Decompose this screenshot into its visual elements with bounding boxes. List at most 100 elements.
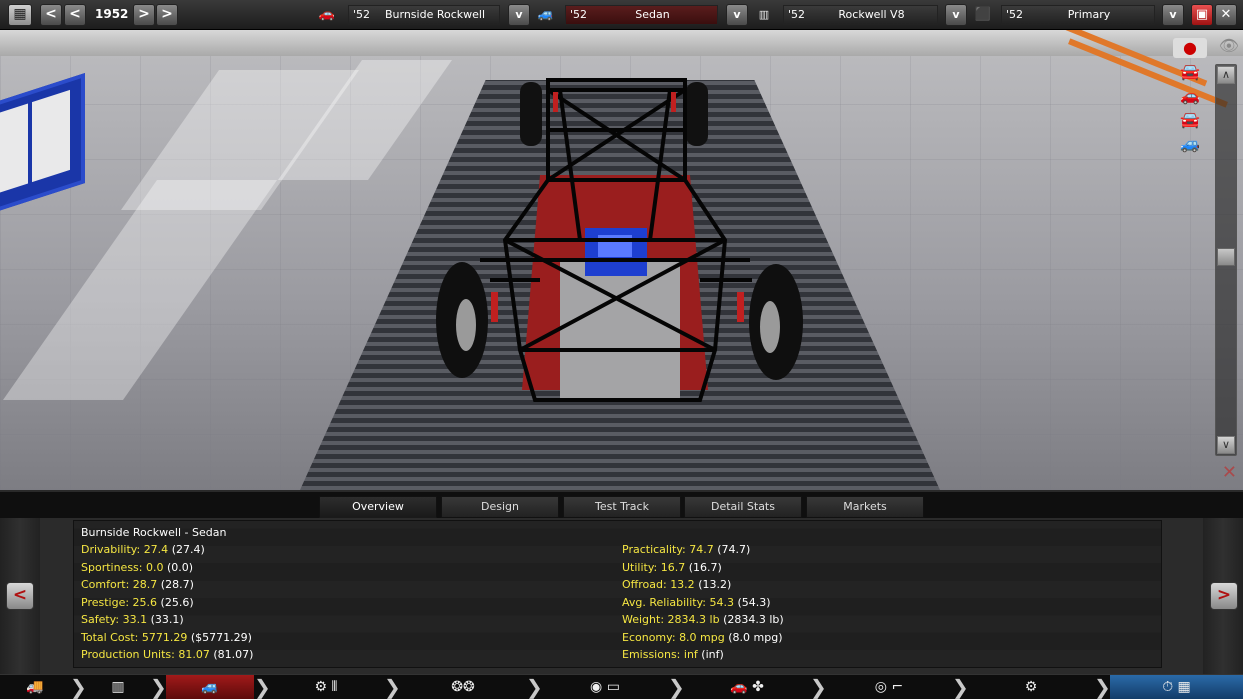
body-name: Sedan xyxy=(635,8,670,21)
engine-gearbox-icon[interactable]: ⚙ ⫴ xyxy=(270,675,382,699)
stat-total-cost: Total Cost: 5771.29 ($5771.29) xyxy=(81,631,252,644)
wheel xyxy=(520,82,542,146)
body-dropdown-button[interactable]: v xyxy=(726,4,748,26)
stat-label: Weight: xyxy=(622,613,665,626)
suspension-icon[interactable]: ⚙ xyxy=(968,675,1094,699)
next-year-button-2[interactable]: > xyxy=(156,4,178,26)
wheel-hub xyxy=(456,299,476,351)
car-body-icon: 🚙 xyxy=(537,7,555,22)
chevron-right-icon: ❯ xyxy=(952,675,969,699)
engine-selector[interactable]: '52 Rockwell V8 xyxy=(783,5,938,25)
model-name: Burnside Rockwell xyxy=(384,8,486,21)
zoom-down-button[interactable]: ∨ xyxy=(1217,436,1235,454)
reset-view-icon[interactable]: ✕ xyxy=(1222,462,1237,483)
stat-base-value: (8.0 mpg) xyxy=(728,631,783,644)
car-model-icon[interactable]: 🚙 xyxy=(166,675,254,699)
car-side-view-icon[interactable]: 🚗 xyxy=(1173,86,1207,106)
chevron-right-icon: ❯ xyxy=(810,675,827,699)
trim-year: '52 xyxy=(1006,8,1024,21)
stat-label: Prestige: xyxy=(81,596,130,609)
stat-base-value: (25.6) xyxy=(160,596,194,609)
car-3d-viewport[interactable]: ● 🚘 🚗 🚘 🚙 👁 ∧ ∨ ✕ xyxy=(0,30,1243,490)
stat-base-value: ($5771.29) xyxy=(190,631,252,644)
shock-absorber xyxy=(737,292,744,322)
stat-label: Offroad: xyxy=(622,578,667,591)
tab-test-track[interactable]: Test Track xyxy=(563,496,681,518)
stat-value: inf xyxy=(683,648,698,661)
chevron-right-icon: ❯ xyxy=(254,675,271,699)
tab-bar: Overview Design Test Track Detail Stats … xyxy=(0,490,1243,518)
stat-label: Drivability: xyxy=(81,543,141,556)
tab-detail-stats[interactable]: Detail Stats xyxy=(684,496,802,518)
chevron-right-icon: ❯ xyxy=(526,675,543,699)
brakes-icon[interactable]: ◉ ▭ xyxy=(542,675,668,699)
save-icon[interactable]: ▣ xyxy=(1191,4,1213,26)
bottom-nav: 🚚 ❯ ▥ ❯ 🚙 ❯ ⚙ ⫴ ❯ ❂❂ ❯ ◉ ▭ ❯ 🚗 ✤ ❯ ◎ ⌐ ❯… xyxy=(0,674,1243,699)
stat-label: Emissions: xyxy=(622,648,681,661)
stat-value: 28.7 xyxy=(132,578,158,591)
engine-dropdown-button[interactable]: v xyxy=(945,4,967,26)
zoom-up-button[interactable]: ∧ xyxy=(1217,66,1235,84)
car-front-view-icon[interactable]: 🚘 xyxy=(1173,62,1207,82)
stat-value: 8.0 mpg xyxy=(679,631,725,644)
tab-design[interactable]: Design xyxy=(441,496,559,518)
prev-year-button-2[interactable]: < xyxy=(64,4,86,26)
stat-drivability: Drivability: 27.4 (27.4) xyxy=(81,543,205,556)
stat-label: Comfort: xyxy=(81,578,130,591)
stat-weight: Weight: 2834.3 lb (2834.3 lb) xyxy=(622,613,784,626)
engine-icon: ▥ xyxy=(758,8,770,21)
prev-year-button[interactable]: < xyxy=(40,4,62,26)
zoom-scrollbar[interactable]: ∧ ∨ xyxy=(1215,64,1237,456)
wheel-hub xyxy=(760,301,780,353)
chevron-right-icon: ❯ xyxy=(70,675,87,699)
tab-overview[interactable]: Overview xyxy=(319,496,437,518)
stat-label: Avg. Reliability: xyxy=(622,596,707,609)
model-dropdown-button[interactable]: v xyxy=(508,4,530,26)
chevron-right-icon: ❯ xyxy=(668,675,685,699)
camera-record-icon[interactable]: ● xyxy=(1173,38,1207,58)
game-window: ▦ < < 1952 > > 🚗 '52 Burnside Rockwell v… xyxy=(0,0,1243,699)
stat-avg-reliability: Avg. Reliability: 54.3 (54.3) xyxy=(622,596,771,609)
body-selector[interactable]: '52 Sedan xyxy=(565,5,718,25)
stat-value: 0.0 xyxy=(146,561,164,574)
overview-panel: < > Burnside Rockwell - Sedan Drivabilit… xyxy=(0,518,1243,674)
tab-markets[interactable]: Markets xyxy=(806,496,924,518)
car-design-icon[interactable]: 🚗 ✤ xyxy=(684,675,810,699)
car-chassis-model xyxy=(436,78,803,402)
car-top-view-icon[interactable]: 🚙 xyxy=(1173,134,1207,154)
car-rear-view-icon[interactable]: 🚘 xyxy=(1173,110,1207,130)
trim-dropdown-button[interactable]: v xyxy=(1162,4,1184,26)
shock-absorber xyxy=(491,292,498,322)
stat-prestige: Prestige: 25.6 (25.6) xyxy=(81,596,194,609)
stat-value: 5771.29 xyxy=(141,631,188,644)
stat-offroad: Offroad: 13.2 (13.2) xyxy=(622,578,731,591)
chevron-right-icon: ❯ xyxy=(384,675,401,699)
next-year-button[interactable]: > xyxy=(133,4,155,26)
chassis-icon[interactable]: ▥ xyxy=(86,675,150,699)
car-body-icon[interactable]: 🚚 xyxy=(0,675,70,699)
eye-icon[interactable]: 👁 xyxy=(1219,36,1239,55)
stat-value: 16.7 xyxy=(660,561,686,574)
calendar-icon[interactable]: ▦ xyxy=(8,4,32,26)
year-display: 1952 xyxy=(95,7,129,21)
zoom-thumb[interactable] xyxy=(1217,248,1235,266)
close-icon[interactable]: ✕ xyxy=(1215,4,1237,26)
steering-interior-icon[interactable]: ◎ ⌐ xyxy=(826,675,952,699)
stat-utility: Utility: 16.7 (16.7) xyxy=(622,561,722,574)
finish-icon[interactable]: ⏱ ▦ xyxy=(1110,675,1243,699)
model-selector[interactable]: '52 Burnside Rockwell xyxy=(348,5,500,25)
trim-icon: ⬛ xyxy=(974,7,992,22)
stat-base-value: (33.1) xyxy=(150,613,184,626)
stat-base-value: (inf) xyxy=(701,648,724,661)
next-car-button[interactable]: > xyxy=(1210,582,1238,610)
stat-value: 25.6 xyxy=(132,596,158,609)
chevron-right-icon: ❯ xyxy=(1094,675,1111,699)
prev-car-button[interactable]: < xyxy=(6,582,34,610)
stat-sportiness: Sportiness: 0.0 (0.0) xyxy=(81,561,193,574)
stat-base-value: (81.07) xyxy=(213,648,254,661)
stat-label: Safety: xyxy=(81,613,120,626)
wheel xyxy=(686,82,708,146)
stat-value: 54.3 xyxy=(709,596,735,609)
wheels-icon[interactable]: ❂❂ xyxy=(400,675,526,699)
trim-selector[interactable]: '52 Primary xyxy=(1001,5,1155,25)
